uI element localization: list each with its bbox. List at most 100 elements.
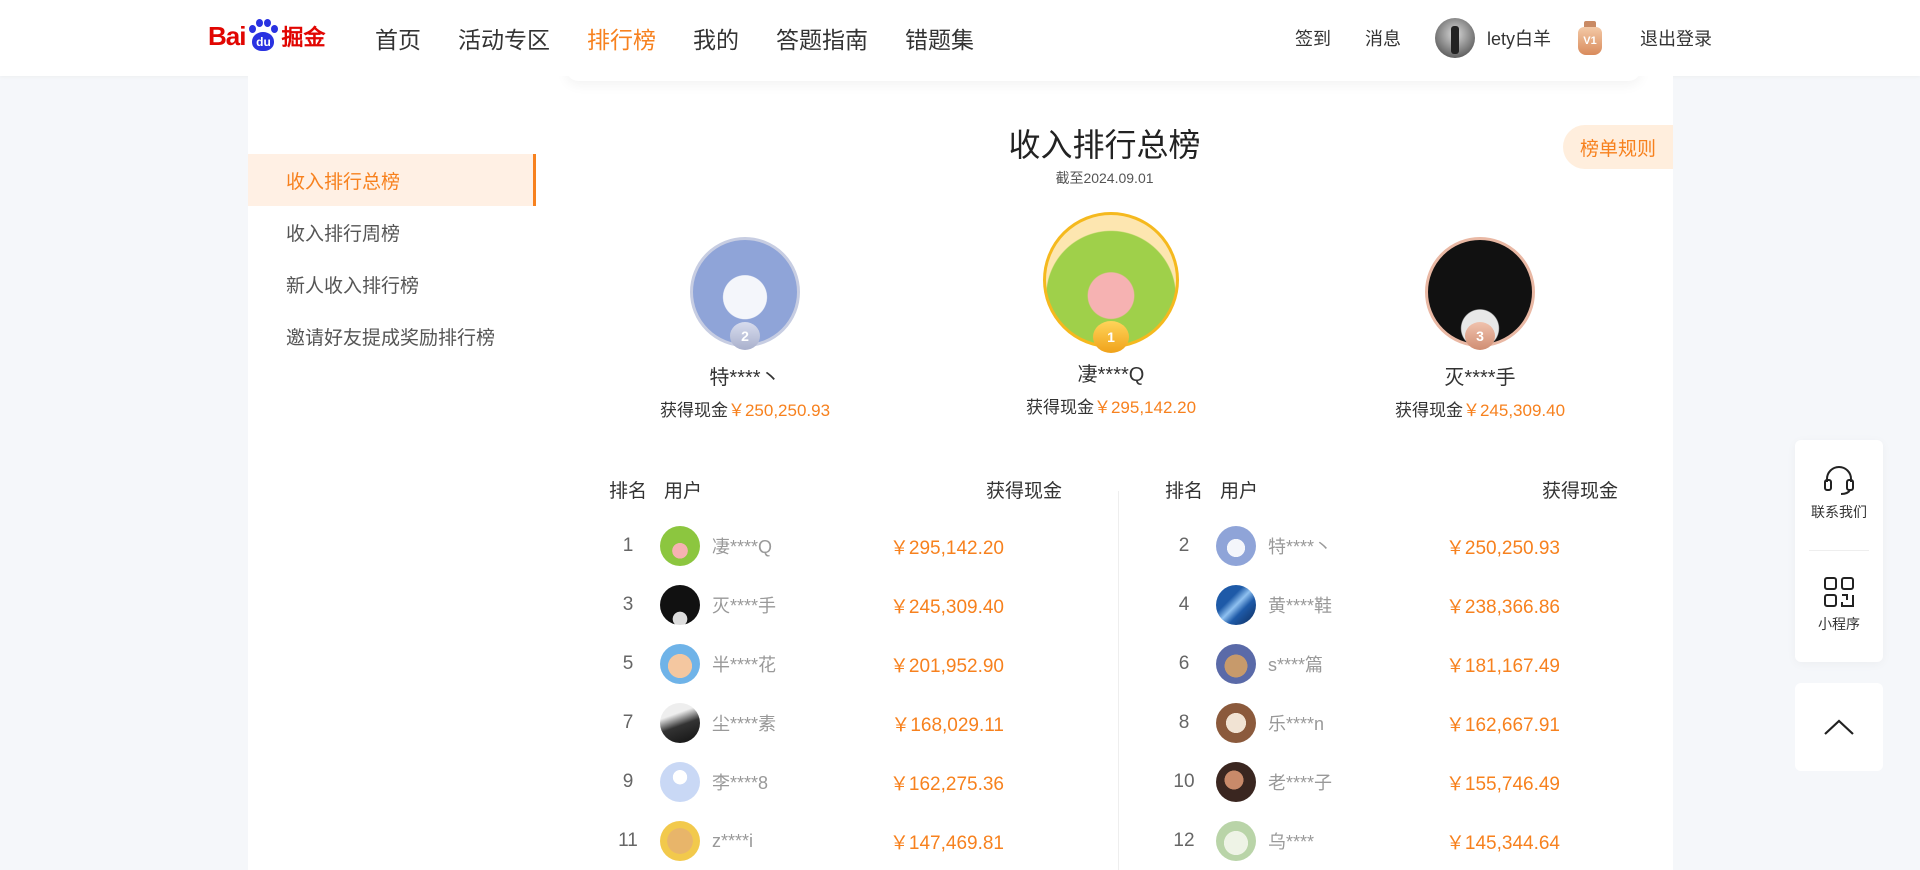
row-username: 特****丶: [1268, 537, 1333, 557]
leaderboard-sidebar: 收入排行总榜 收入排行周榜 新人收入排行榜 邀请好友提成奖励排行榜: [248, 76, 536, 870]
contact-us-button[interactable]: 联系我们: [1795, 464, 1883, 522]
sidebar-item-newcomer-income[interactable]: 新人收入排行榜: [248, 258, 536, 310]
table-row[interactable]: 3 灭****手 ￥245,309.40: [604, 583, 1004, 627]
table-row[interactable]: 8 乐****n ￥162,667.91: [1160, 701, 1560, 745]
row-username: 黄****鞋: [1268, 596, 1333, 616]
table-row[interactable]: 7 尘****素 ￥168,029.11: [604, 701, 1004, 745]
row-avatar: [1216, 526, 1256, 566]
left-col-cash-header: 获得现金: [986, 481, 1063, 502]
left-col-rank-header: 排名: [609, 481, 648, 502]
row-rank: 4: [1178, 594, 1190, 615]
podium-third-cash: 获得现金￥245,309.40: [1394, 401, 1566, 420]
row-rank: 9: [622, 771, 634, 792]
nav-mine[interactable]: 我的: [693, 21, 739, 55]
podium-first-avatar[interactable]: 1: [1043, 212, 1179, 353]
vip-level-icon[interactable]: V1: [1575, 19, 1605, 57]
row-cash: ￥238,366.86: [1445, 596, 1560, 618]
table-row[interactable]: 12 乌**** ￥145,344.64: [1160, 819, 1560, 863]
row-avatar: [660, 821, 700, 861]
row-rank: 11: [618, 830, 638, 851]
row-rank: 6: [1178, 653, 1190, 674]
row-cash: ￥250,250.93: [1445, 537, 1560, 559]
row-avatar: [1216, 762, 1256, 802]
right-col-user-header: 用户: [1220, 481, 1259, 502]
nav-activities[interactable]: 活动专区: [458, 21, 550, 55]
table-row[interactable]: 1 凄****Q ￥295,142.20: [604, 524, 1004, 568]
row-avatar: [660, 703, 700, 743]
row-avatar: [1216, 821, 1256, 861]
sidebar-item-total-income[interactable]: 收入排行总榜: [248, 154, 536, 206]
gold-medal-icon: 1: [1093, 321, 1129, 353]
row-username: 李****8: [712, 773, 769, 793]
contact-us-label: 联系我们: [1811, 504, 1867, 520]
table-row[interactable]: 4 黄****鞋 ￥238,366.86: [1160, 583, 1560, 627]
row-cash: ￥145,344.64: [1445, 832, 1560, 854]
nav-wrong-answers[interactable]: 错题集: [905, 21, 974, 55]
nav-quiz-guide[interactable]: 答题指南: [776, 21, 868, 55]
podium-second: 2 特****丶 获得现金￥250,250.93: [635, 237, 855, 421]
signin-link[interactable]: 签到: [1295, 25, 1331, 51]
nav-leaderboard[interactable]: 排行榜: [587, 21, 656, 55]
chevron-up-icon: [1824, 719, 1854, 735]
nav-home[interactable]: 首页: [375, 21, 421, 55]
mini-program-button[interactable]: 小程序: [1795, 576, 1883, 634]
vip-level-text: V1: [1578, 27, 1602, 55]
row-username: 老****子: [1268, 773, 1333, 793]
row-cash: ￥162,275.36: [889, 773, 1004, 795]
row-rank: 7: [622, 712, 634, 733]
row-username: 半****花: [712, 655, 777, 675]
row-avatar: [1216, 644, 1256, 684]
podium-third-avatar[interactable]: 3: [1425, 237, 1535, 350]
podium-third-name: 灭****手: [1444, 367, 1516, 389]
table-row[interactable]: 10 老****子 ￥155,746.49: [1160, 760, 1560, 804]
row-rank: 5: [622, 653, 634, 674]
table-row[interactable]: 11 z****i ￥147,469.81: [604, 819, 1004, 863]
row-rank: 3: [622, 594, 634, 615]
podium-second-avatar[interactable]: 2: [690, 237, 800, 350]
row-rank: 2: [1178, 535, 1190, 556]
toolbar-divider: [1809, 550, 1869, 551]
podium-first-name: 凄****Q: [1077, 364, 1145, 386]
podium-first-cash: 获得现金￥295,142.20: [1025, 398, 1197, 417]
as-of-date: 截至2024.09.01: [1055, 170, 1154, 186]
row-username: s****篇: [1268, 655, 1324, 675]
row-username: 乐****n: [1268, 714, 1325, 734]
leaderboard-main: 收入排行总榜 截至2024.09.01 榜单规则 2 特****丶 获得现金￥2…: [536, 76, 1673, 870]
podium-first: 1 凄****Q 获得现金￥295,142.20: [1001, 212, 1221, 418]
table-row[interactable]: 2 特****丶 ￥250,250.93: [1160, 524, 1560, 568]
user-avatar[interactable]: [1434, 18, 1475, 58]
sidebar-item-invite-commission[interactable]: 邀请好友提成奖励排行榜: [248, 310, 536, 362]
row-cash: ￥155,746.49: [1445, 773, 1560, 795]
messages-link[interactable]: 消息: [1365, 25, 1401, 51]
logo-du-text: du: [252, 32, 275, 51]
row-cash: ￥168,029.11: [891, 714, 1004, 736]
table-row[interactable]: 6 s****篇 ￥181,167.49: [1160, 642, 1560, 686]
table-row[interactable]: 9 李****8 ￥162,275.36: [604, 760, 1004, 804]
row-avatar: [660, 762, 700, 802]
row-rank: 12: [1173, 830, 1195, 851]
row-cash: ￥181,167.49: [1445, 655, 1560, 677]
podium-third: 3 灭****手 获得现金￥245,309.40: [1370, 237, 1590, 421]
rules-button[interactable]: 榜单规则: [1563, 125, 1673, 169]
mini-program-label: 小程序: [1818, 616, 1860, 632]
page-title: 收入排行总榜: [1008, 127, 1201, 163]
main-nav: 首页 活动专区 排行榜 我的 答题指南 错题集: [375, 0, 1011, 76]
table-row[interactable]: 5 半****花 ￥201,952.90: [604, 642, 1004, 686]
row-cash: ￥162,667.91: [1445, 714, 1560, 736]
silver-medal-icon: 2: [730, 322, 760, 350]
baidu-juejin-logo[interactable]: Bai du 掘金: [208, 16, 325, 56]
logo-bai-text: Bai: [208, 20, 246, 51]
logout-link[interactable]: 退出登录: [1640, 25, 1712, 51]
qr-code-icon: [1824, 577, 1854, 607]
paw-icon: du: [246, 19, 280, 53]
row-cash: ￥201,952.90: [889, 655, 1004, 677]
username[interactable]: lety白羊: [1487, 25, 1551, 51]
row-username: 灭****手: [712, 596, 777, 616]
sidebar-item-weekly-income[interactable]: 收入排行周榜: [248, 206, 536, 258]
back-to-top-button[interactable]: [1795, 683, 1883, 771]
column-divider: [1118, 491, 1119, 870]
row-avatar: [1216, 703, 1256, 743]
headset-icon: [1824, 466, 1854, 495]
row-avatar: [660, 526, 700, 566]
row-cash: ￥295,142.20: [889, 537, 1004, 559]
